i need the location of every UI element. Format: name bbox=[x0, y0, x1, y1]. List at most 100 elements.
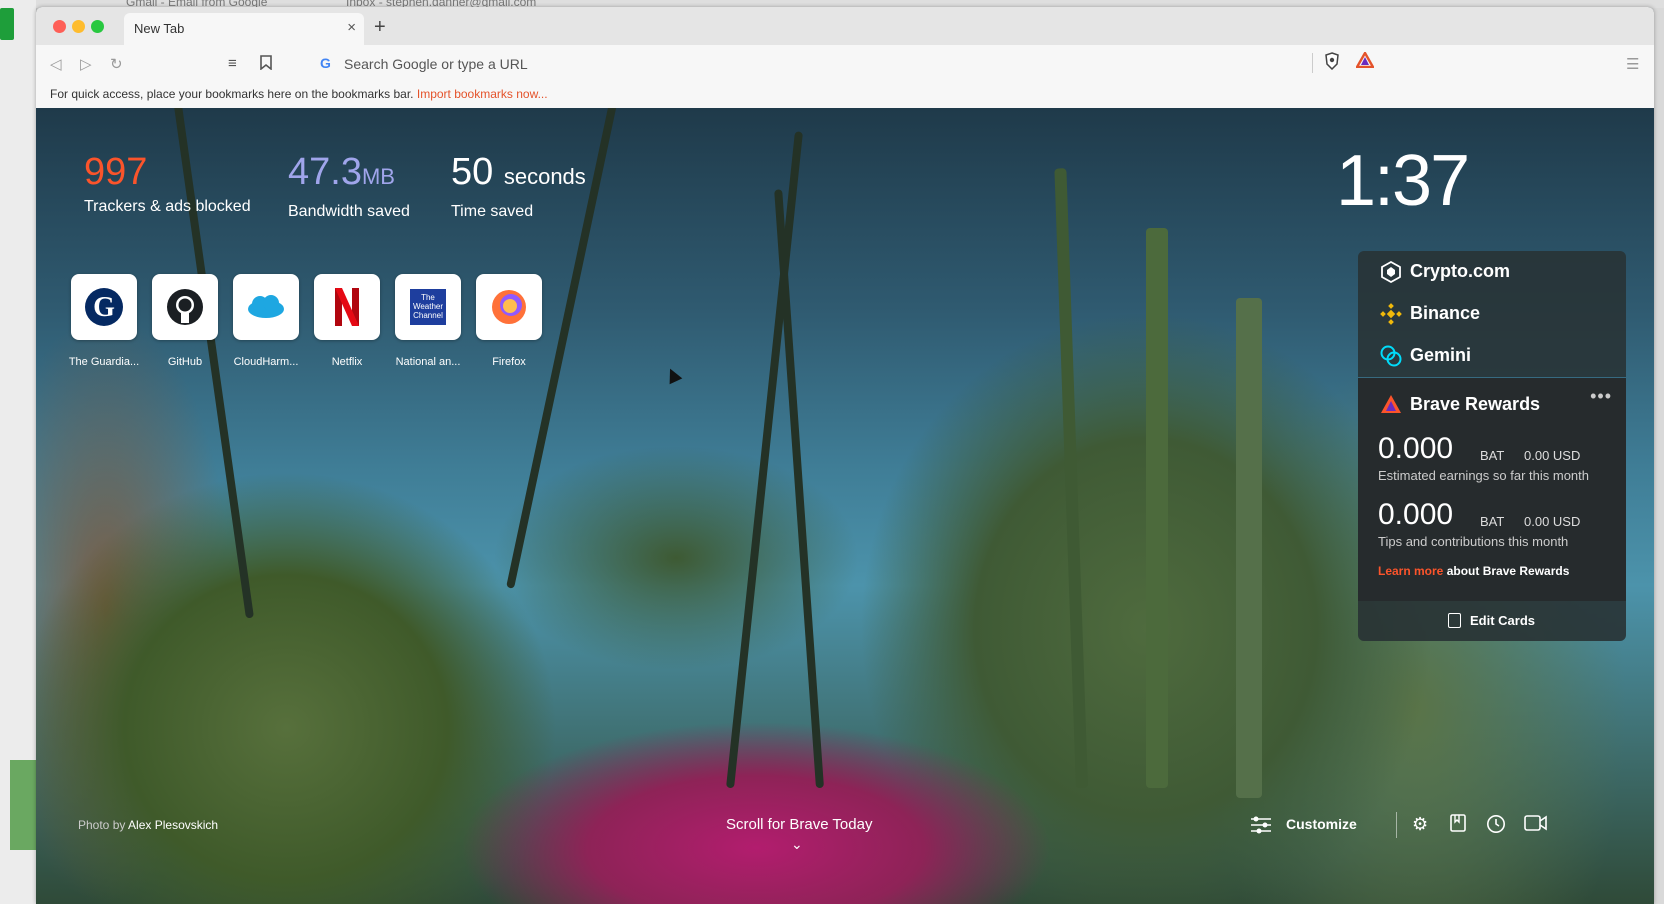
bookmarks-bar-message: For quick access, place your bookmarks h… bbox=[50, 87, 548, 101]
gemini-card[interactable]: Gemini bbox=[1358, 335, 1626, 377]
reload-icon[interactable]: ↻ bbox=[110, 55, 123, 73]
top-site-label: National an... bbox=[395, 356, 461, 368]
trackers-count: 997 bbox=[84, 151, 148, 193]
earnings-unit: BAT bbox=[1480, 448, 1505, 463]
trackers-stat: 997 Trackers & ads blocked bbox=[84, 150, 251, 216]
time-value: 50 bbox=[451, 151, 494, 193]
bookmarks-icon[interactable] bbox=[1450, 814, 1466, 837]
cactus-stem bbox=[1236, 298, 1262, 798]
cactus-stem bbox=[1054, 168, 1088, 789]
bookmarks-hint-text: For quick access, place your bookmarks h… bbox=[50, 87, 414, 101]
customize-label: Customize bbox=[1286, 816, 1357, 832]
learn-more-link[interactable]: Learn more bbox=[1378, 564, 1443, 578]
crypto-com-card[interactable]: Crypto.com bbox=[1358, 251, 1626, 293]
top-site-tile[interactable]: The Weather Channel bbox=[395, 274, 461, 340]
brave-rewards-card: Brave Rewards ••• 0.000 BAT 0.00 USD Est… bbox=[1358, 378, 1626, 601]
edit-cards-icon bbox=[1448, 613, 1461, 628]
earnings-usd: 0.00 USD bbox=[1524, 448, 1581, 463]
top-site-label: CloudHarm... bbox=[233, 356, 299, 368]
weather-logo-line: Channel bbox=[413, 311, 443, 320]
svg-text:G: G bbox=[93, 292, 115, 323]
zoom-window-button[interactable] bbox=[91, 20, 104, 33]
browser-window: New Tab × + ◁ ▷ ↻ ≡ G ☰ For quick access… bbox=[36, 7, 1654, 904]
top-site-tile[interactable] bbox=[314, 274, 380, 340]
cactus-stem bbox=[1146, 228, 1168, 788]
bookmark-icon[interactable] bbox=[260, 55, 272, 74]
time-unit: seconds bbox=[503, 164, 586, 189]
tab-close-icon[interactable]: × bbox=[347, 19, 356, 36]
binance-card[interactable]: Binance bbox=[1358, 293, 1626, 335]
top-site-label: Firefox bbox=[492, 356, 526, 368]
toolbar: ◁ ▷ ↻ ≡ G ☰ bbox=[36, 45, 1654, 81]
menu-icon[interactable]: ☰ bbox=[1626, 55, 1639, 73]
sliders-icon bbox=[1251, 816, 1271, 834]
desktop-window-edge bbox=[10, 760, 36, 850]
customize-button[interactable]: Customize bbox=[1251, 816, 1357, 834]
tab-new-tab[interactable]: New Tab × bbox=[124, 13, 364, 45]
tips-description: Tips and contributions this month bbox=[1378, 534, 1569, 549]
search-input[interactable] bbox=[342, 53, 1246, 75]
tips-unit: BAT bbox=[1480, 514, 1505, 529]
tips-usd: 0.00 USD bbox=[1524, 514, 1581, 529]
desktop-background-strip bbox=[0, 0, 37, 904]
bandwidth-value-row: 47.3MB bbox=[288, 150, 410, 199]
photographer-link[interactable]: Alex Plesovskich bbox=[128, 818, 218, 832]
new-tab-button[interactable]: + bbox=[374, 17, 386, 37]
chevron-down-icon[interactable]: ⌄ bbox=[791, 836, 803, 853]
rewards-title: Brave Rewards bbox=[1410, 394, 1541, 414]
address-bar[interactable]: G bbox=[316, 50, 1306, 76]
title-bar: New Tab × + bbox=[36, 7, 1654, 45]
cloud-icon bbox=[248, 295, 284, 318]
top-site-label: The Guardia... bbox=[68, 356, 140, 368]
learn-more-text: Learn more about Brave Rewards bbox=[1378, 564, 1569, 578]
top-site-tile[interactable] bbox=[152, 274, 218, 340]
crypto-widget-stack: Crypto.com Binance Gemini bbox=[1358, 251, 1626, 377]
github-icon bbox=[167, 289, 203, 325]
crypto-com-label: Crypto.com bbox=[1410, 261, 1511, 281]
brave-rewards-icon[interactable] bbox=[1354, 50, 1376, 72]
forward-icon[interactable]: ▷ bbox=[80, 55, 92, 73]
top-site-label: Netflix bbox=[331, 356, 363, 368]
dock-app-icon bbox=[0, 8, 14, 40]
mouse-cursor bbox=[663, 365, 683, 385]
clock: 1:37 bbox=[1336, 141, 1470, 221]
netflix-icon bbox=[335, 288, 359, 326]
gemini-label: Gemini bbox=[1410, 345, 1472, 365]
gemini-icon bbox=[1380, 345, 1402, 367]
palm-trunk bbox=[726, 131, 803, 789]
back-icon[interactable]: ◁ bbox=[50, 55, 62, 73]
weather-channel-icon: The Weather Channel bbox=[410, 289, 446, 325]
photo-credit-prefix: Photo by bbox=[78, 818, 126, 832]
history-icon[interactable] bbox=[1486, 814, 1506, 839]
top-site-tile[interactable]: G bbox=[71, 274, 137, 340]
time-saved-stat: 50 seconds Time saved bbox=[451, 150, 586, 221]
binance-label: Binance bbox=[1410, 303, 1481, 323]
rewards-more-options-icon[interactable]: ••• bbox=[1590, 386, 1612, 407]
learn-more-rest: about Brave Rewards bbox=[1443, 564, 1570, 578]
tab-title: New Tab bbox=[134, 21, 185, 36]
tips-amount: 0.000 bbox=[1378, 498, 1454, 531]
reader-list-icon[interactable]: ≡ bbox=[228, 55, 237, 72]
import-bookmarks-link[interactable]: Import bookmarks now... bbox=[417, 87, 548, 101]
earnings-description: Estimated earnings so far this month bbox=[1378, 468, 1589, 483]
top-site-tile[interactable] bbox=[233, 274, 299, 340]
brave-rewards-logo-icon bbox=[1381, 395, 1401, 413]
settings-gear-icon[interactable]: ⚙ bbox=[1412, 814, 1428, 835]
palm-trunk bbox=[774, 189, 824, 789]
top-site-tile[interactable] bbox=[476, 274, 542, 340]
brave-shields-icon[interactable] bbox=[1324, 52, 1340, 74]
toolbar-divider bbox=[1312, 53, 1313, 73]
brave-talk-video-icon[interactable] bbox=[1524, 814, 1548, 837]
close-window-button[interactable] bbox=[53, 20, 66, 33]
top-site-label: GitHub bbox=[167, 356, 203, 368]
brave-today-prompt[interactable]: Scroll for Brave Today bbox=[726, 816, 872, 833]
guardian-icon: G bbox=[85, 288, 123, 326]
minimize-window-button[interactable] bbox=[72, 20, 85, 33]
earnings-amount: 0.000 bbox=[1378, 432, 1454, 465]
time-value-row: 50 seconds bbox=[451, 150, 586, 199]
edit-cards-label: Edit Cards bbox=[1470, 613, 1536, 628]
bandwidth-label: Bandwidth saved bbox=[288, 203, 410, 220]
edit-cards-button[interactable]: Edit Cards bbox=[1358, 601, 1626, 641]
weather-logo-line: The bbox=[421, 293, 435, 302]
bandwidth-stat: 47.3MB Bandwidth saved bbox=[288, 150, 410, 221]
